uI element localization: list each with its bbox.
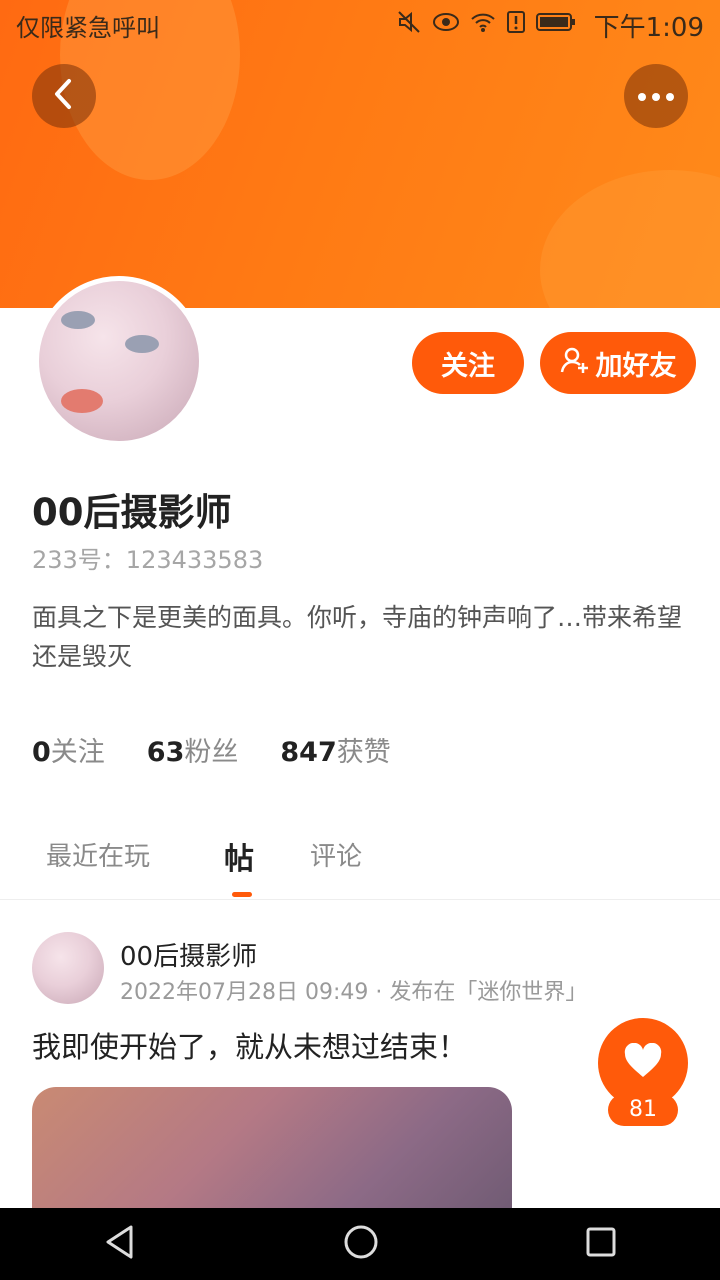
stat-followers[interactable]: 63粉丝 [147, 730, 239, 769]
post-text[interactable]: 我即使开始了，就从未想过结束！ [32, 1024, 467, 1066]
stat-number: 63 [146, 737, 185, 768]
battery-icon [535, 11, 576, 39]
stat-label: 获赞 [336, 737, 391, 768]
profile-id: 233号：123433583 [32, 546, 264, 574]
profile-bio: 面具之下是更美的面具。你听，寺庙的钟声响了…带来希望还是毁灭 [32, 603, 683, 671]
system-nav-bar [0, 1208, 720, 1280]
active-tab-indicator [232, 892, 252, 897]
heart-icon [623, 1042, 663, 1083]
carrier-text: 仅限紧急呼叫 [16, 13, 160, 42]
follow-button[interactable]: 关注 [412, 332, 524, 394]
mute-icon [396, 9, 422, 41]
profile-stats: 0关注 63粉丝 847获赞 [32, 730, 391, 769]
add-friend-button[interactable]: 加好友 [540, 332, 696, 394]
stat-number: 0 [32, 737, 51, 768]
like-count-badge: 81 [608, 1094, 678, 1126]
alert-icon [506, 10, 526, 40]
eye-icon [432, 11, 460, 39]
clock-text: 下午1:09 [593, 12, 704, 43]
wifi-icon [470, 11, 496, 39]
follow-label: 关注 [441, 350, 495, 382]
more-dots-icon [636, 87, 676, 106]
profile-avatar[interactable] [34, 276, 204, 446]
post-meta: 2022年07月28日 09:49 · 发布在「迷你世界」 [120, 980, 588, 1005]
back-button[interactable] [32, 64, 96, 128]
stat-likes[interactable]: 847获赞 [280, 730, 390, 769]
tab-posts[interactable]: 帖 [224, 834, 254, 878]
stat-following[interactable]: 0关注 [32, 730, 105, 769]
post-author-avatar[interactable] [32, 932, 104, 1004]
tab-comments[interactable]: 评论 [310, 836, 362, 873]
post-author-name[interactable]: 00后摄影师 [120, 936, 257, 973]
profile-tabs: 最近在玩 帖 评论 [0, 820, 720, 900]
more-options-button[interactable] [624, 64, 688, 128]
back-triangle-icon[interactable] [103, 1224, 137, 1264]
home-circle-icon[interactable] [343, 1224, 379, 1264]
stat-label: 粉丝 [184, 737, 239, 768]
chevron-left-icon [50, 77, 78, 115]
stat-number: 847 [280, 737, 337, 768]
post-image[interactable] [32, 1087, 512, 1227]
stat-label: 关注 [50, 737, 105, 768]
status-bar: 仅限紧急呼叫 下午1:09 [0, 0, 720, 50]
recents-square-icon[interactable] [585, 1226, 617, 1262]
tab-recently-played[interactable]: 最近在玩 [46, 836, 150, 873]
profile-name: 00后摄影师 [32, 491, 232, 534]
add-user-icon [560, 345, 590, 382]
add-friend-label: 加好友 [595, 350, 677, 382]
